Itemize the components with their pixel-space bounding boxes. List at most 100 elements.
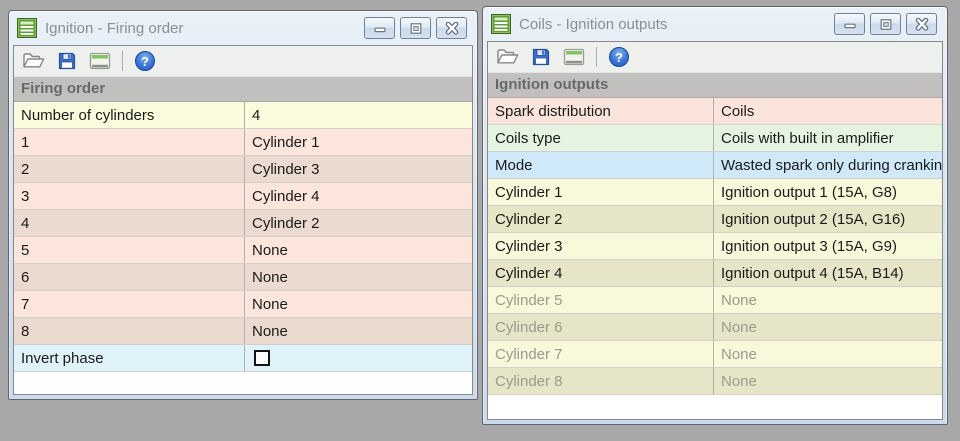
table-row: Number of cylinders 4 — [14, 102, 472, 129]
table-row: Coils type Coils with built in amplifier — [488, 125, 942, 152]
row-value[interactable]: Coils with built in amplifier — [714, 125, 942, 151]
window-view-button[interactable] — [87, 48, 113, 74]
table-row: Cylinder 6 None — [488, 314, 942, 341]
table-row: 1 Cylinder 1 — [14, 129, 472, 156]
table-row: 3 Cylinder 4 — [14, 183, 472, 210]
window-controls — [834, 13, 939, 35]
row-value[interactable]: Wasted spark only during cranking — [714, 152, 942, 178]
window-ignition-outputs: Coils - Ignition outputs ? Ignition outp… — [482, 6, 948, 425]
row-value[interactable]: Cylinder 3 — [245, 156, 472, 182]
table-icon — [17, 18, 37, 38]
window-client-area: ? Ignition outputs Spark distribution Coi… — [487, 41, 943, 420]
row-value[interactable]: None — [245, 318, 472, 344]
property-grid: Spark distribution Coils Coils type Coils w… — [488, 98, 942, 395]
save-button[interactable] — [54, 48, 80, 74]
row-label: 5 — [14, 237, 245, 263]
row-value[interactable]: Coils — [714, 98, 942, 124]
row-label: 2 — [14, 156, 245, 182]
window-client-area: ? Firing order Number of cylinders 4 1 Cyli… — [13, 45, 473, 395]
toolbar: ? — [14, 46, 472, 77]
table-row: Cylinder 4 Ignition output 4 (15A, B14) — [488, 260, 942, 287]
table-row: 6 None — [14, 264, 472, 291]
toolbar-separator — [596, 47, 597, 67]
close-button[interactable] — [906, 13, 937, 35]
table-icon — [491, 14, 511, 34]
window-title: Coils - Ignition outputs — [519, 15, 668, 33]
table-row: Spark distribution Coils — [488, 98, 942, 125]
help-icon: ? — [609, 47, 629, 67]
titlebar[interactable]: Ignition - Firing order — [13, 11, 473, 45]
grid-header: Firing order — [14, 77, 472, 102]
titlebar[interactable]: Coils - Ignition outputs — [487, 7, 943, 41]
empty-grid-area — [488, 395, 942, 419]
row-label: Cylinder 1 — [488, 179, 714, 205]
grid-header: Ignition outputs — [488, 73, 942, 98]
toolbar: ? — [488, 42, 942, 73]
row-label: Cylinder 6 — [488, 314, 714, 340]
row-label: Invert phase — [14, 345, 245, 371]
open-folder-icon — [496, 47, 520, 67]
table-row: Cylinder 2 Ignition output 2 (15A, G16) — [488, 206, 942, 233]
open-folder-icon — [22, 51, 46, 71]
row-label: 8 — [14, 318, 245, 344]
close-button[interactable] — [436, 17, 467, 39]
row-value[interactable] — [245, 345, 472, 371]
row-label: Cylinder 7 — [488, 341, 714, 367]
row-value[interactable]: Ignition output 4 (15A, B14) — [714, 260, 942, 286]
row-label: Cylinder 4 — [488, 260, 714, 286]
row-label: Mode — [488, 152, 714, 178]
window-view-icon — [563, 47, 585, 67]
help-button[interactable]: ? — [606, 44, 632, 70]
maximize-button[interactable] — [400, 17, 431, 39]
window-firing-order: Ignition - Firing order ? Firing order N… — [8, 10, 478, 400]
table-row: Cylinder 3 Ignition output 3 (15A, G9) — [488, 233, 942, 260]
row-label: 1 — [14, 129, 245, 155]
toolbar-separator — [122, 51, 123, 71]
table-row: 5 None — [14, 237, 472, 264]
row-label: Cylinder 5 — [488, 287, 714, 313]
help-icon: ? — [135, 51, 155, 71]
table-row: 7 None — [14, 291, 472, 318]
maximize-button[interactable] — [870, 13, 901, 35]
row-value[interactable]: None — [245, 237, 472, 263]
row-label: Coils type — [488, 125, 714, 151]
row-value[interactable]: Ignition output 2 (15A, G16) — [714, 206, 942, 232]
minimize-button[interactable] — [364, 17, 395, 39]
window-view-icon — [89, 51, 111, 71]
row-label: 7 — [14, 291, 245, 317]
help-button[interactable]: ? — [132, 48, 158, 74]
open-button[interactable] — [495, 44, 521, 70]
row-value: None — [721, 318, 757, 336]
row-value: None — [721, 291, 757, 309]
row-value[interactable]: 4 — [245, 102, 472, 128]
row-label: Cylinder 3 — [488, 233, 714, 259]
row-value[interactable]: Cylinder 4 — [245, 183, 472, 209]
table-row: Cylinder 1 Ignition output 1 (15A, G8) — [488, 179, 942, 206]
save-floppy-icon — [531, 47, 551, 67]
table-row: Cylinder 8 None — [488, 368, 942, 395]
table-row: 8 None — [14, 318, 472, 345]
row-label: Cylinder 8 — [488, 368, 714, 394]
open-button[interactable] — [21, 48, 47, 74]
row-value[interactable]: Cylinder 1 — [245, 129, 472, 155]
row-value[interactable]: None — [245, 264, 472, 290]
window-controls — [364, 17, 469, 39]
save-floppy-icon — [57, 51, 77, 71]
row-label: 6 — [14, 264, 245, 290]
row-value[interactable]: Cylinder 2 — [245, 210, 472, 236]
row-value[interactable]: None — [245, 291, 472, 317]
minimize-button[interactable] — [834, 13, 865, 35]
table-row: Mode Wasted spark only during cranking — [488, 152, 942, 179]
empty-grid-area — [14, 372, 472, 394]
row-label: 3 — [14, 183, 245, 209]
row-label: Cylinder 2 — [488, 206, 714, 232]
save-button[interactable] — [528, 44, 554, 70]
window-title: Ignition - Firing order — [45, 19, 184, 37]
row-value: None — [721, 345, 757, 363]
invert-phase-checkbox[interactable] — [254, 350, 270, 366]
window-view-button[interactable] — [561, 44, 587, 70]
table-row: Cylinder 7 None — [488, 341, 942, 368]
row-value[interactable]: Ignition output 1 (15A, G8) — [714, 179, 942, 205]
table-row: Invert phase — [14, 345, 472, 372]
row-value[interactable]: Ignition output 3 (15A, G9) — [714, 233, 942, 259]
